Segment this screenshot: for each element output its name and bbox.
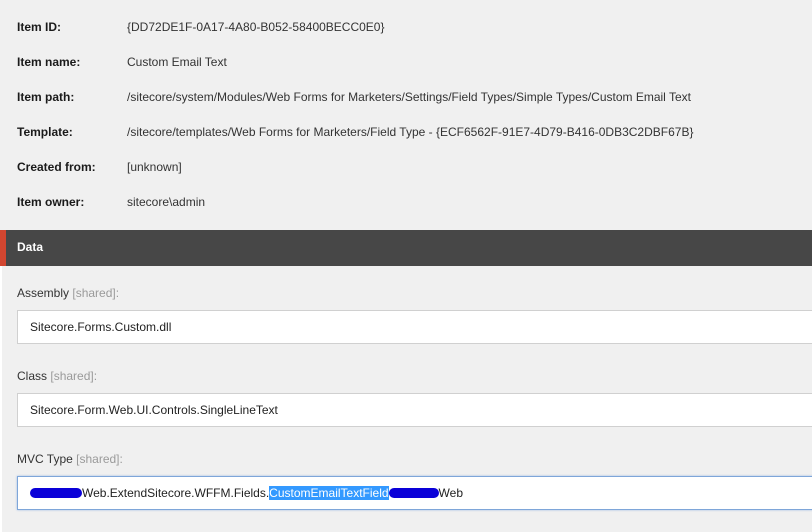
data-section-header[interactable]: Data xyxy=(0,230,812,266)
assembly-shared-tag: [shared]: xyxy=(72,286,120,300)
item-name-row: Item name: Custom Email Text xyxy=(17,52,227,72)
item-name-value: Custom Email Text xyxy=(127,55,227,69)
assembly-field[interactable]: Sitecore.Forms.Custom.dll xyxy=(17,310,812,344)
class-field[interactable]: Sitecore.Form.Web.UI.Controls.SingleLine… xyxy=(17,393,812,427)
item-id-label: Item ID: xyxy=(17,20,62,34)
item-name-label: Item name: xyxy=(17,55,81,69)
section-accent-bar xyxy=(0,230,6,266)
created-from-row: Created from: [unknown] xyxy=(17,157,182,177)
class-shared-tag: [shared]: xyxy=(50,369,98,383)
item-path-label: Item path: xyxy=(17,90,75,104)
class-label: Class [shared]: xyxy=(17,368,97,384)
class-label-text: Class xyxy=(17,369,48,383)
mvc-type-field[interactable]: Web.ExtendSitecore.WFFM.Fields.CustomEma… xyxy=(17,476,812,510)
created-from-label: Created from: xyxy=(17,160,96,174)
item-id-row: Item ID: {DD72DE1F-0A17-4A80-B052-58400BE… xyxy=(17,17,385,37)
mvc-type-shared-tag: [shared]: xyxy=(76,452,123,466)
mvc-type-label-text: MVC Type xyxy=(17,452,73,466)
item-owner-value: sitecore\admin xyxy=(127,195,206,209)
redaction-mark xyxy=(30,487,82,498)
assembly-label: Assembly [shared]: xyxy=(17,285,119,301)
assembly-field-value: Sitecore.Forms.Custom.dll xyxy=(30,320,172,334)
template-value: /sitecore/templates/Web Forms for Market… xyxy=(127,125,694,139)
section-title: Data xyxy=(17,240,44,254)
mvc-type-label: MVC Type [shared]: xyxy=(17,451,123,467)
mvc-type-selected-text: CustomEmailTextField xyxy=(269,486,389,500)
created-from-value: [unknown] xyxy=(127,160,182,174)
item-owner-row: Item owner: sitecore\admin xyxy=(17,192,205,212)
item-path-value: /sitecore/system/Modules/Web Forms for M… xyxy=(127,90,691,104)
item-id-value: {DD72DE1F-0A17-4A80-B052-58400BECC0E0} xyxy=(127,20,385,34)
item-path-row: Item path: /sitecore/system/Modules/Web F… xyxy=(17,87,691,107)
template-row: Template: /sitecore/templates/Web Forms f… xyxy=(17,122,693,142)
item-info-panel: Item ID: {DD72DE1F-0A17-4A80-B052-58400BE… xyxy=(0,0,812,230)
mvc-type-value-part2: Web xyxy=(438,486,464,500)
mvc-type-value-part1: Web.ExtendSitecore.WFFM.Fields. xyxy=(82,486,270,500)
redaction-mark xyxy=(388,487,439,498)
item-owner-label: Item owner: xyxy=(17,195,85,209)
assembly-label-text: Assembly xyxy=(17,286,70,300)
class-field-value: Sitecore.Form.Web.UI.Controls.SingleLine… xyxy=(30,403,278,417)
template-label: Template: xyxy=(17,125,73,139)
